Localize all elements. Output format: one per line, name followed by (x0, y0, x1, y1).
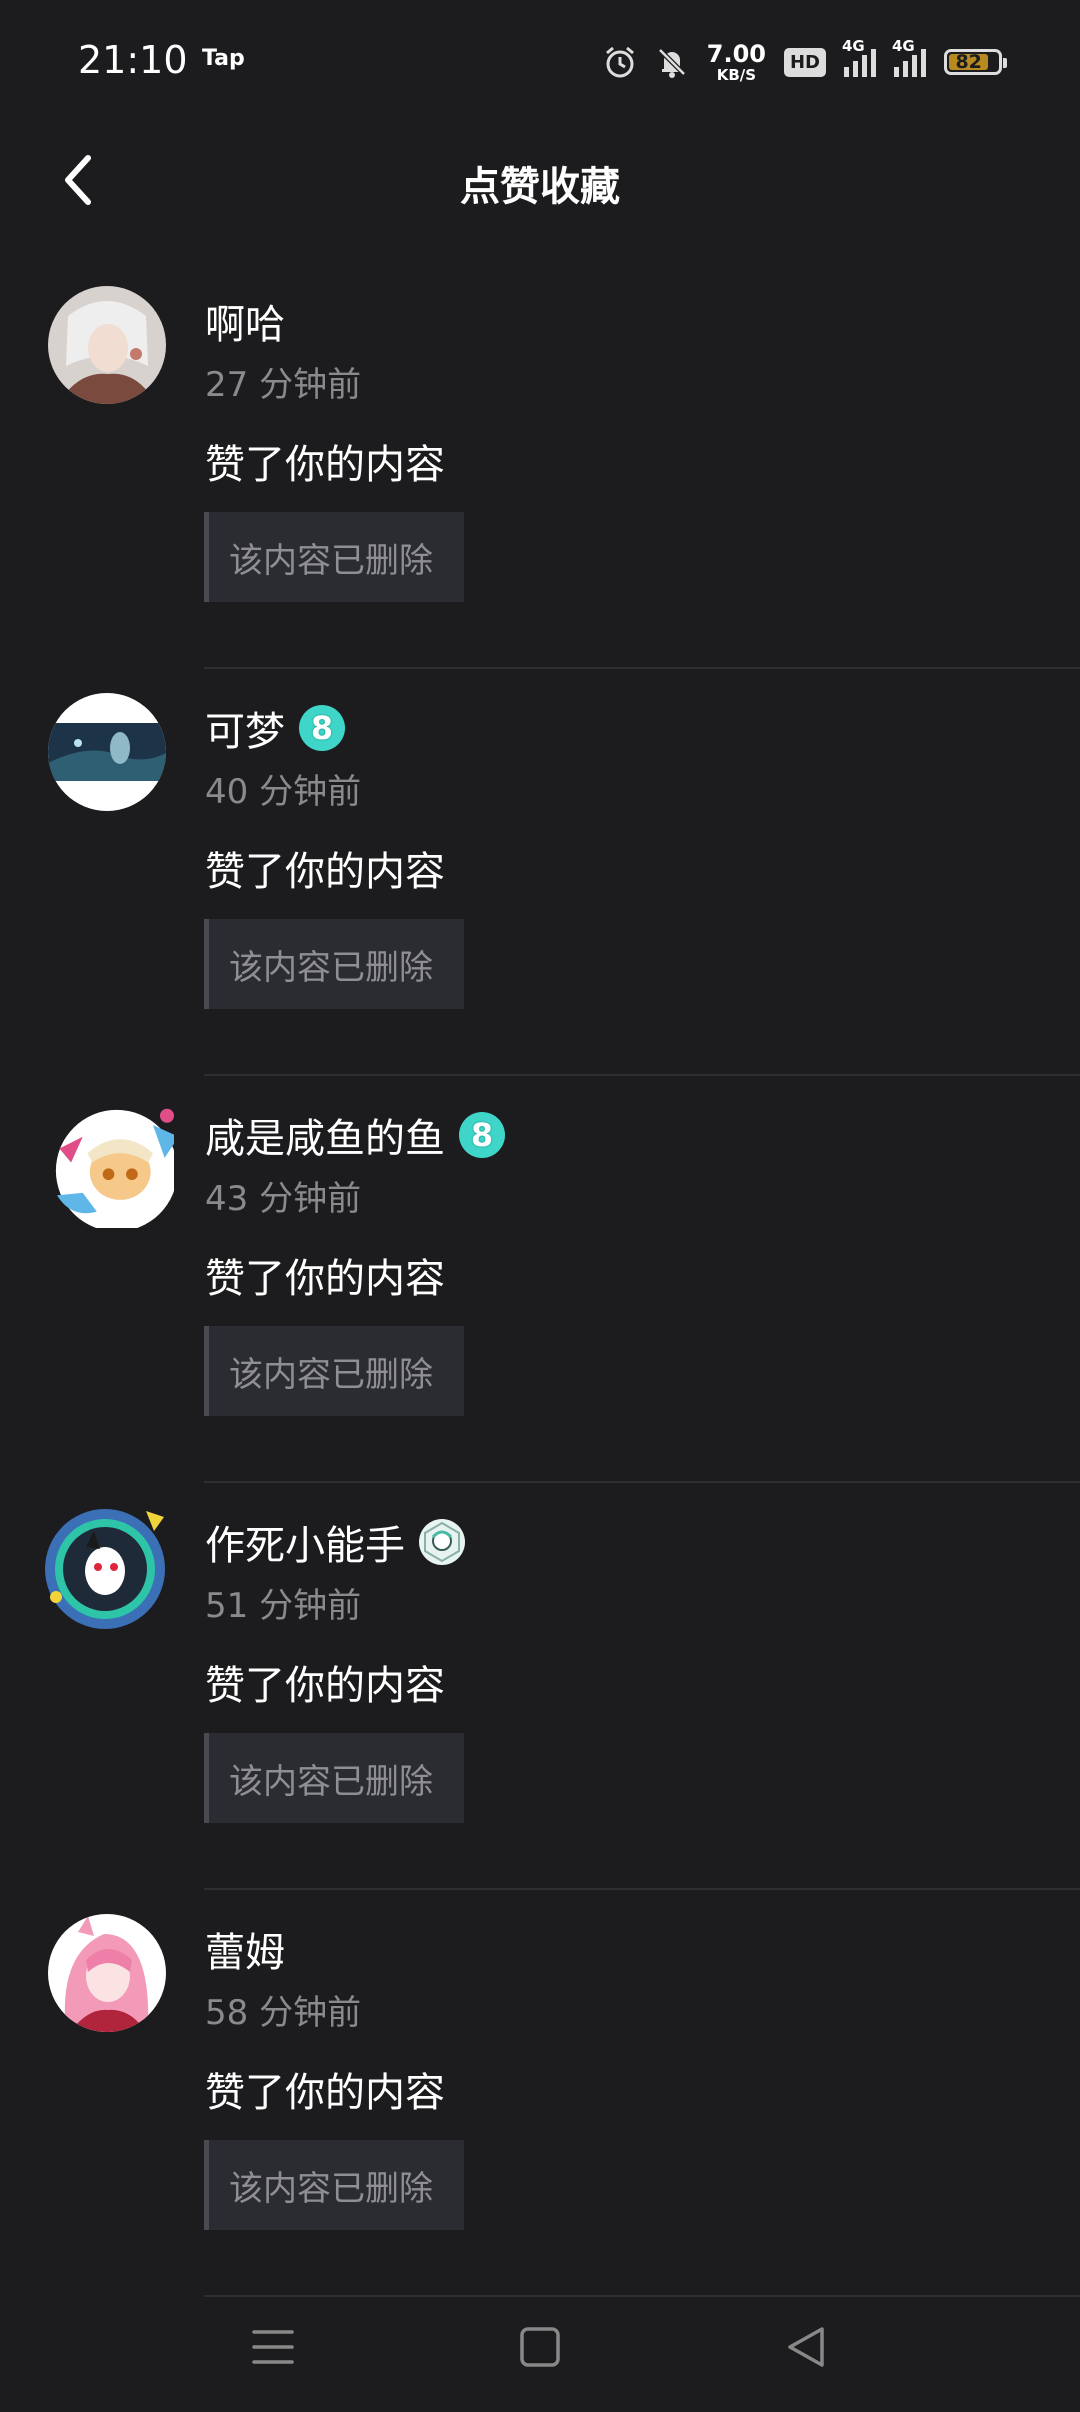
signal-icon-1: 4G (842, 37, 876, 77)
notification-list: 啊哈 27 分钟前 赞了你的内容 该内容已删除 可梦 8 40 分钟前 赞了你的… (0, 262, 1080, 2297)
deleted-content-card[interactable]: 该内容已删除 (204, 919, 464, 1009)
action-text: 赞了你的内容 (205, 2070, 445, 2116)
page-header: 点赞收藏 (0, 124, 1080, 234)
timestamp: 27 分钟前 (205, 365, 362, 405)
avatar[interactable] (36, 1497, 174, 1635)
net-speed: 7.00 KB/S (707, 42, 766, 83)
timestamp: 40 分钟前 (205, 772, 362, 812)
list-item[interactable]: 啊哈 27 分钟前 赞了你的内容 该内容已删除 (0, 262, 1080, 669)
deleted-content-card[interactable]: 该内容已删除 (204, 2140, 464, 2230)
status-icons: 7.00 KB/S HD 4G 4G 82 (603, 34, 1007, 90)
user-name[interactable]: 啊哈 (205, 292, 285, 350)
deleted-content-card[interactable]: 该内容已删除 (204, 512, 464, 602)
list-item[interactable]: 咸是咸鱼的鱼 8 43 分钟前 赞了你的内容 该内容已删除 (0, 1076, 1080, 1483)
status-time: 21:10 (78, 38, 188, 82)
action-text: 赞了你的内容 (205, 1663, 445, 1709)
net-speed-value: 7.00 (706, 39, 766, 68)
avatar-badge-icon (419, 1519, 465, 1565)
menu-icon[interactable] (248, 2322, 298, 2372)
battery-icon: 82 (944, 49, 1007, 75)
status-bar: 21:10 Tap 7.00 KB/S HD 4G 4G 82 (0, 0, 1080, 124)
battery-level: 82 (949, 51, 989, 73)
avatar[interactable] (48, 693, 166, 811)
list-item[interactable]: 可梦 8 40 分钟前 赞了你的内容 该内容已删除 (0, 669, 1080, 1076)
level-badge: 8 (459, 1112, 505, 1158)
mute-bell-icon (657, 48, 686, 78)
signal-label-2: 4G (892, 37, 915, 55)
home-icon[interactable] (515, 2322, 565, 2372)
list-item[interactable]: 作死小能手 51 分钟前 赞了你的内容 该内容已删除 (0, 1483, 1080, 1890)
user-name[interactable]: 作死小能手 (205, 1513, 405, 1571)
page-title: 点赞收藏 (460, 164, 620, 210)
signal-label-1: 4G (842, 37, 865, 55)
system-nav-bar (0, 2282, 1080, 2412)
level-badge: 8 (299, 705, 345, 751)
avatar[interactable] (48, 286, 166, 404)
timestamp: 51 分钟前 (205, 1586, 362, 1626)
action-text: 赞了你的内容 (205, 1256, 445, 1302)
user-name[interactable]: 咸是咸鱼的鱼 (205, 1106, 445, 1164)
action-text: 赞了你的内容 (205, 442, 445, 488)
net-speed-unit: KB/S (716, 65, 757, 84)
action-text: 赞了你的内容 (205, 849, 445, 895)
deleted-content-card[interactable]: 该内容已删除 (204, 1326, 464, 1416)
avatar[interactable] (48, 1914, 166, 2032)
status-app-label: Tap (202, 46, 245, 71)
hd-icon: HD (783, 47, 826, 77)
timestamp: 43 分钟前 (205, 1179, 362, 1219)
deleted-content-card[interactable]: 该内容已删除 (204, 1733, 464, 1823)
list-item[interactable]: 蕾姆 58 分钟前 赞了你的内容 该内容已删除 (0, 1890, 1080, 2297)
user-name[interactable]: 可梦 (205, 699, 285, 757)
user-name[interactable]: 蕾姆 (205, 1920, 285, 1978)
avatar[interactable] (36, 1090, 174, 1228)
signal-icon-2: 4G (892, 37, 926, 77)
back-icon[interactable] (782, 2322, 832, 2372)
timestamp: 58 分钟前 (205, 1993, 362, 2033)
alarm-icon (605, 46, 634, 78)
